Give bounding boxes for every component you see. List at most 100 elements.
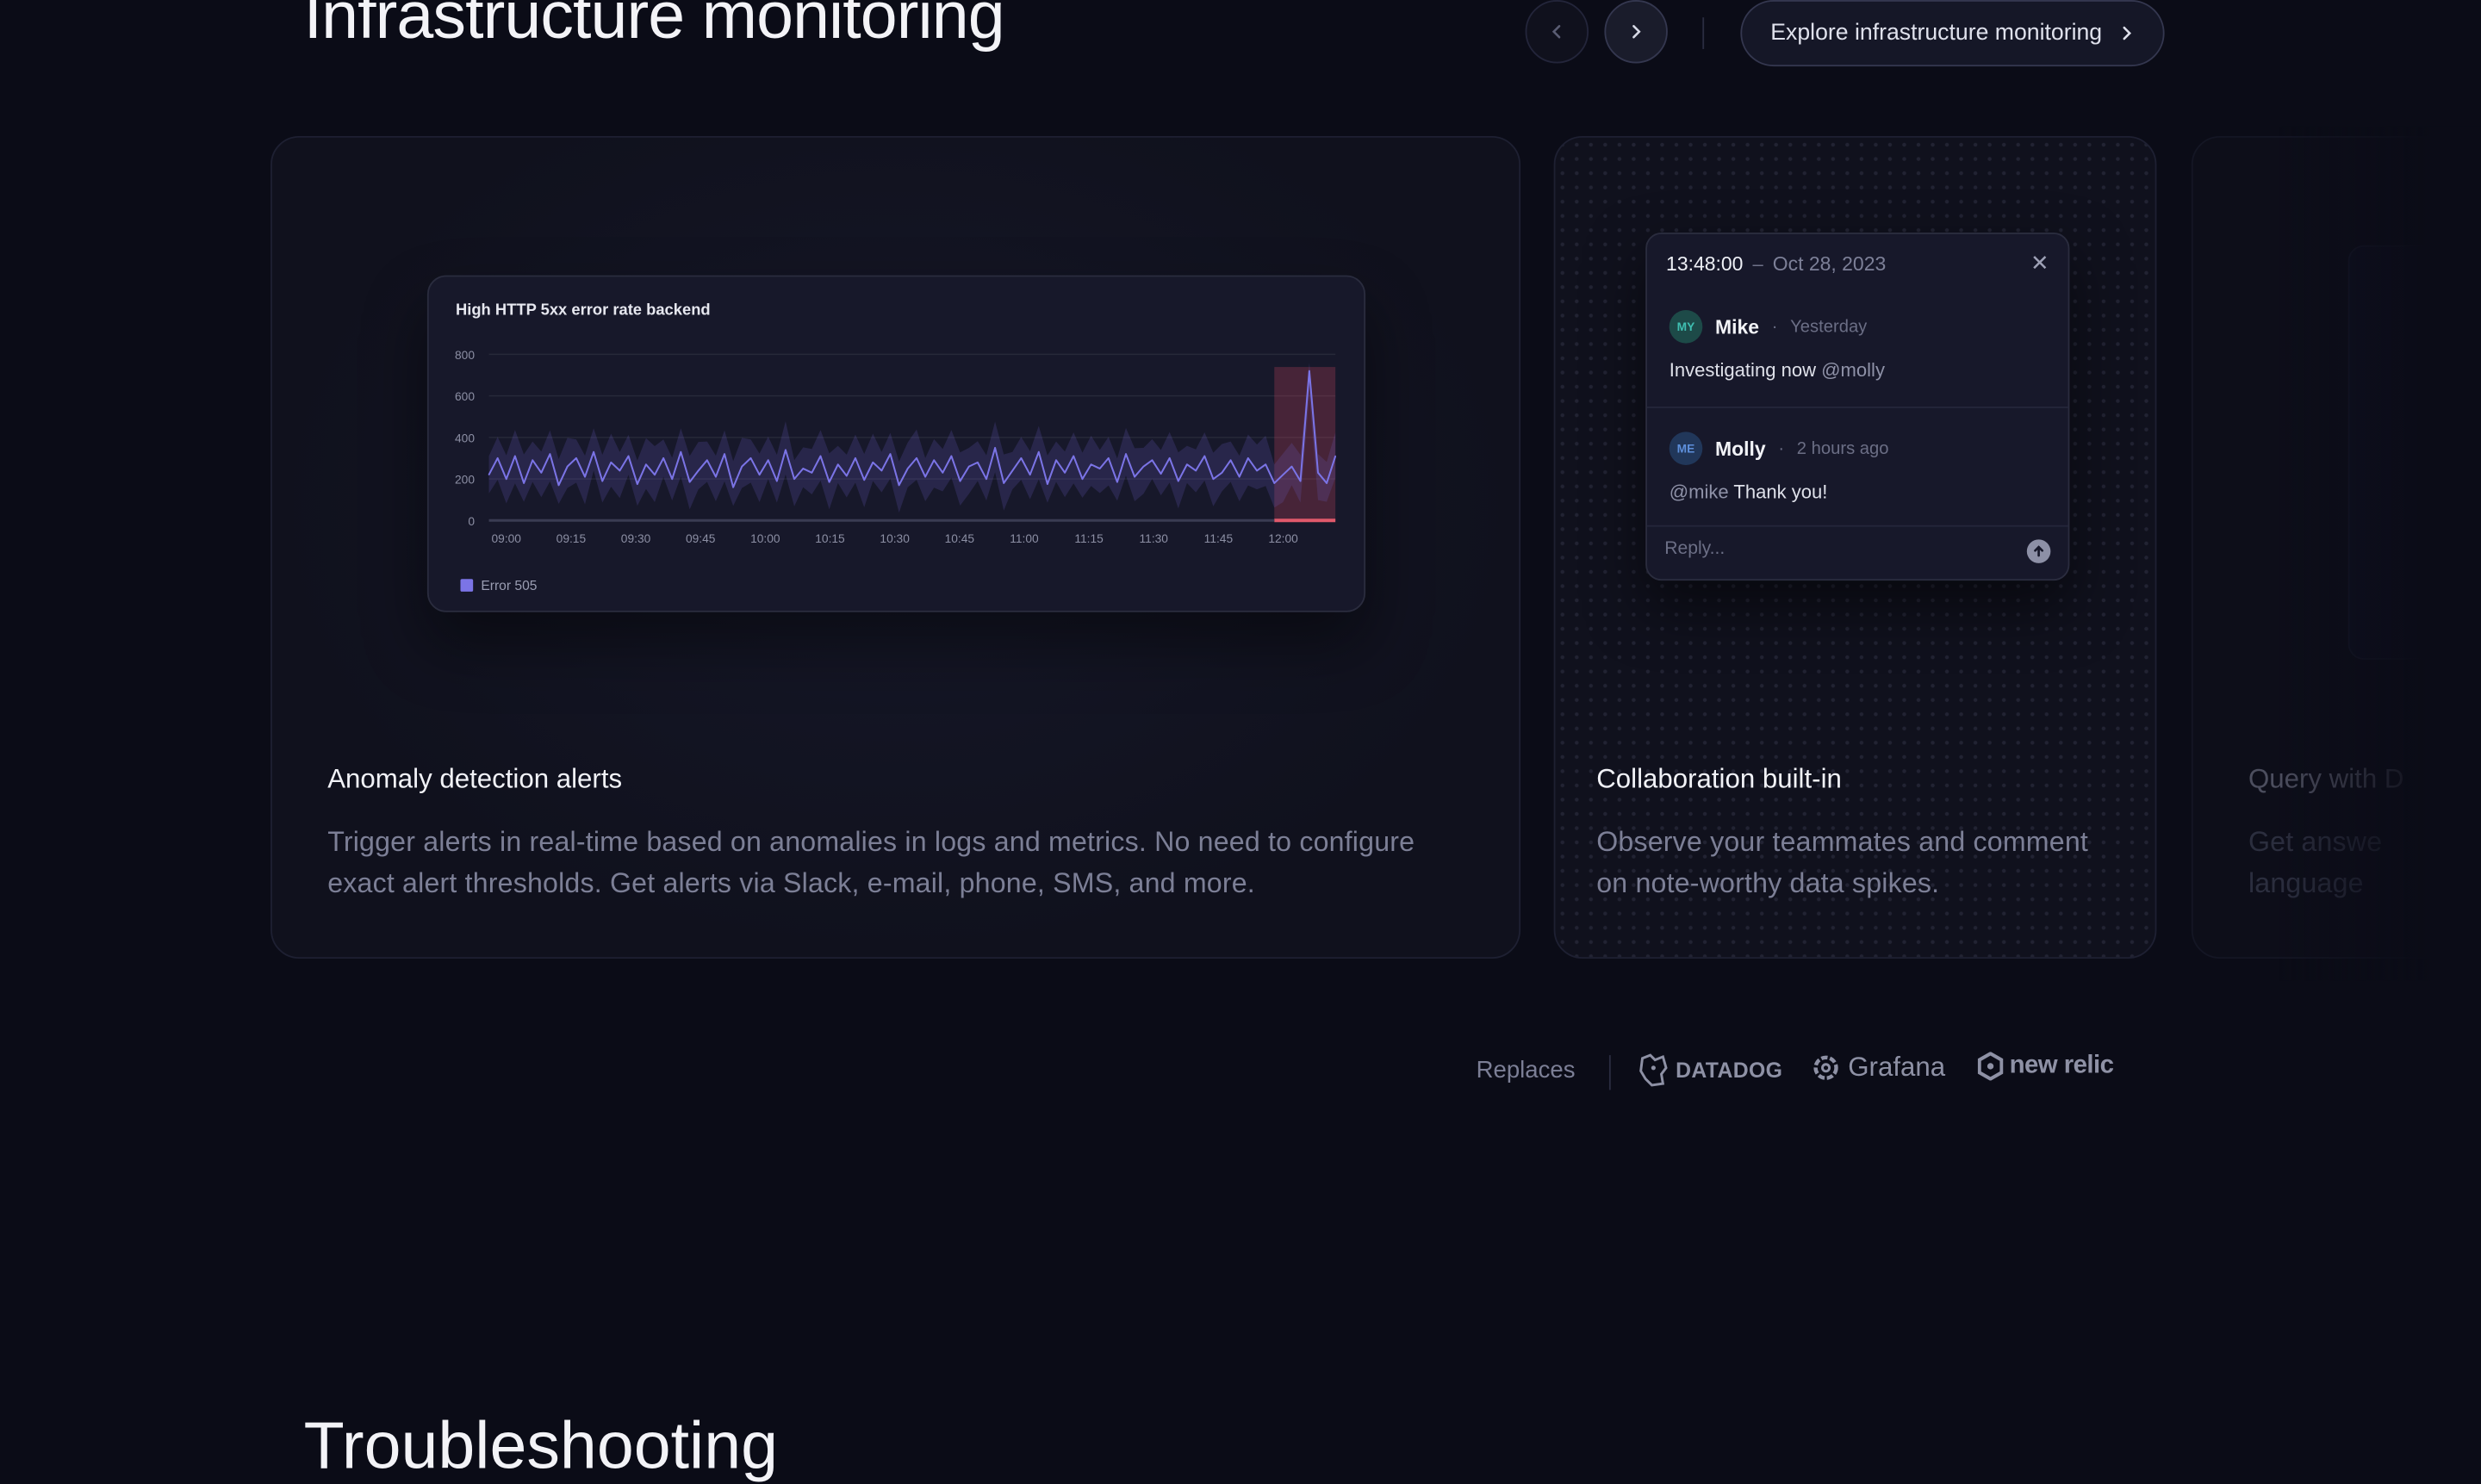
mention[interactable]: @mike bbox=[1670, 481, 1729, 503]
data-point bbox=[793, 478, 795, 480]
thread-separator: – bbox=[1752, 251, 1763, 275]
x-tick-label: 09:45 bbox=[686, 532, 716, 545]
data-point bbox=[566, 465, 569, 468]
data-point bbox=[994, 447, 996, 449]
thread-date: Oct 28, 2023 bbox=[1772, 251, 1887, 275]
reply-input[interactable]: Reply... bbox=[1664, 539, 1725, 558]
data-point bbox=[1317, 472, 1319, 474]
data-point bbox=[645, 463, 647, 465]
comment-time: Yesterday bbox=[1790, 317, 1868, 337]
y-tick-label: 600 bbox=[455, 390, 475, 403]
thread-time: 13:48:00 bbox=[1666, 251, 1744, 275]
data-point bbox=[654, 474, 656, 475]
data-point bbox=[1168, 457, 1171, 459]
data-point bbox=[1326, 482, 1328, 484]
data-point bbox=[619, 469, 621, 472]
data-point bbox=[1151, 459, 1153, 462]
query-preview-panel bbox=[2347, 245, 2481, 660]
card-title: Collaboration built-in bbox=[1596, 764, 1842, 795]
next-slide-button[interactable] bbox=[1604, 0, 1668, 64]
x-tick-label: 10:45 bbox=[945, 532, 975, 545]
data-point bbox=[942, 472, 944, 474]
replaces-label: Replaces bbox=[1476, 1056, 1576, 1084]
newrelic-icon bbox=[1977, 1052, 2004, 1081]
data-point bbox=[1038, 451, 1040, 453]
data-point bbox=[924, 475, 926, 478]
y-tick-label: 200 bbox=[455, 474, 475, 487]
explore-infrastructure-button[interactable]: Explore infrastructure monitoring bbox=[1740, 0, 2164, 67]
comment-divider bbox=[1647, 407, 2068, 408]
data-point bbox=[662, 457, 664, 459]
data-point bbox=[584, 475, 586, 478]
data-point bbox=[1011, 469, 1014, 472]
page: Infrastructure monitoring Explore infras… bbox=[0, 0, 2481, 1482]
feature-card-query[interactable]: Query with D Get answe language bbox=[2191, 135, 2481, 959]
x-tick-label: 11:45 bbox=[1204, 532, 1234, 545]
data-point bbox=[1029, 474, 1031, 475]
card-title: Query with D bbox=[2248, 764, 2404, 795]
grafana-icon bbox=[1813, 1055, 1838, 1080]
replaces-divider bbox=[1608, 1055, 1611, 1090]
chart-legend: Error 505 bbox=[460, 577, 537, 593]
data-point bbox=[488, 474, 490, 475]
grafana-logo: Grafana bbox=[1810, 1052, 1945, 1084]
x-tick-label: 12:00 bbox=[1268, 532, 1298, 545]
data-point bbox=[540, 472, 543, 474]
comment-author: Molly bbox=[1714, 437, 1766, 460]
data-point bbox=[557, 484, 560, 487]
newrelic-wordmark: new relic bbox=[2009, 1052, 2114, 1079]
data-point bbox=[1238, 475, 1240, 478]
y-tick-label: 0 bbox=[468, 515, 475, 528]
card-title: Anomaly detection alerts bbox=[327, 764, 623, 795]
data-point bbox=[688, 481, 691, 483]
x-tick-label: 10:00 bbox=[750, 532, 780, 545]
previous-slide-button[interactable] bbox=[1525, 0, 1589, 64]
dog-icon bbox=[1639, 1053, 1668, 1087]
x-tick-label: 09:00 bbox=[492, 532, 522, 545]
x-tick-label: 10:30 bbox=[880, 532, 910, 545]
send-arrow-icon[interactable] bbox=[2026, 539, 2051, 563]
close-icon[interactable]: ✕ bbox=[2030, 250, 2049, 276]
card-description: Get answe language bbox=[2248, 825, 2383, 899]
comment-time: 2 hours ago bbox=[1796, 438, 1889, 458]
data-point bbox=[575, 457, 577, 459]
feature-card-anomaly[interactable]: High HTTP 5xx error rate backend 800 600 4… bbox=[270, 135, 1521, 959]
comment-text: @mike Thank you! bbox=[1670, 481, 2046, 503]
data-point bbox=[715, 475, 717, 478]
grafana-wordmark: Grafana bbox=[1848, 1052, 1946, 1083]
data-point bbox=[1290, 465, 1293, 468]
data-point bbox=[1125, 453, 1127, 455]
card-description: Trigger alerts in real-time based on ano… bbox=[327, 825, 1415, 899]
datadog-logo: DATADOG bbox=[1638, 1052, 1783, 1087]
feature-card-collaboration[interactable]: 13:48:00 – Oct 28, 2023 ✕ MY Mike · Yest… bbox=[1553, 135, 2157, 959]
data-point bbox=[1256, 469, 1258, 472]
data-point bbox=[1142, 465, 1145, 468]
data-point bbox=[872, 462, 874, 463]
chevron-right-icon bbox=[2122, 26, 2131, 40]
comment-dot: · bbox=[1778, 438, 1785, 458]
data-point bbox=[863, 479, 865, 481]
data-point bbox=[933, 459, 935, 462]
x-tick-label: 11:00 bbox=[1010, 532, 1039, 545]
comment-thread-header: 13:48:00 – Oct 28, 2023 ✕ bbox=[1666, 250, 2049, 276]
data-point bbox=[836, 463, 839, 465]
data-point bbox=[1064, 472, 1066, 474]
card-description: Observe your teammates and comment on no… bbox=[1596, 825, 2089, 899]
newrelic-logo: new relic bbox=[1977, 1052, 2114, 1081]
comment-dot: · bbox=[1771, 317, 1778, 337]
data-point bbox=[1212, 478, 1215, 480]
data-point bbox=[523, 482, 525, 484]
mention[interactable]: @molly bbox=[1821, 359, 1885, 382]
data-point bbox=[1273, 482, 1276, 484]
data-point bbox=[593, 451, 594, 453]
data-point bbox=[889, 453, 892, 455]
comment-author: Mike bbox=[1714, 315, 1760, 338]
legend-swatch bbox=[460, 579, 474, 592]
x-tick-label: 11:30 bbox=[1140, 532, 1169, 545]
datadog-wordmark: DATADOG bbox=[1676, 1057, 1783, 1082]
data-point bbox=[1160, 473, 1162, 475]
data-point bbox=[1098, 468, 1101, 469]
comment-text: Investigating now @molly bbox=[1670, 359, 2046, 382]
data-point bbox=[906, 468, 909, 469]
data-point bbox=[880, 469, 883, 472]
